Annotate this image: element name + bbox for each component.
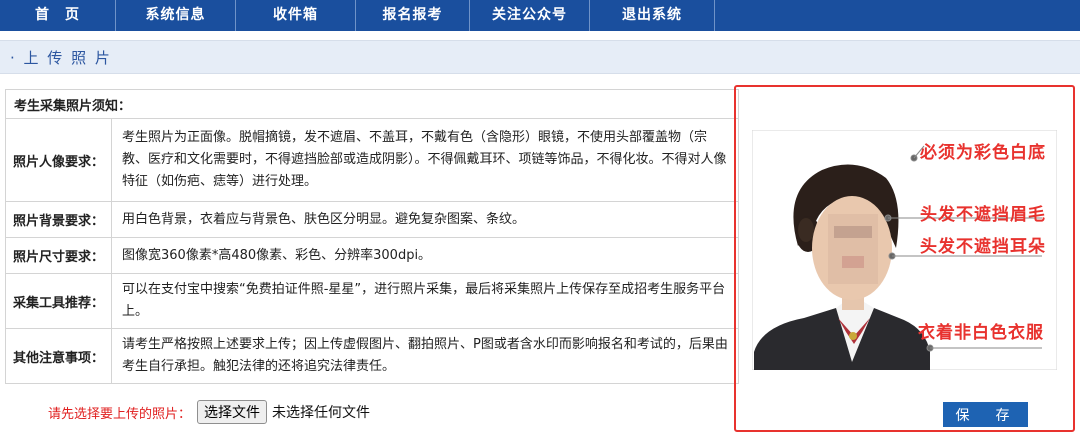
row-text: 考生照片为正面像。脱帽摘镜，发不遮眉、不盖耳，不戴有色（含隐形）眼镜，不使用头部… bbox=[111, 118, 739, 202]
photo-note: 头发不遮挡眉毛 bbox=[920, 205, 1046, 225]
photo-note: 头发不遮挡耳朵 bbox=[920, 237, 1046, 257]
photo-note: 衣着非白色衣服 bbox=[918, 323, 1044, 343]
nav-home[interactable]: 首 页 bbox=[0, 0, 116, 31]
requirements-heading: 考生采集照片须知： bbox=[5, 89, 739, 119]
row-text: 用白色背景，衣着应与背景色、肤色区分明显。避免复杂图案、条纹。 bbox=[111, 201, 739, 238]
nav-logout[interactable]: 退出系统 bbox=[590, 0, 715, 31]
nav-registration[interactable]: 报名报考 bbox=[356, 0, 470, 31]
upload-row: 请先选择要上传的照片： 选择文件 未选择任何文件 bbox=[48, 400, 370, 424]
file-status: 未选择任何文件 bbox=[272, 405, 371, 421]
nav-system-info[interactable]: 系统信息 bbox=[116, 0, 236, 31]
save-button[interactable]: 保 存 bbox=[943, 402, 1028, 427]
row-label: 其他注意事项： bbox=[5, 328, 112, 384]
row-text: 请考生严格按照上述要求上传；因上传虚假图片、翻拍照片、P图或者含水印而影响报名和… bbox=[111, 328, 739, 384]
nav-inbox[interactable]: 收件箱 bbox=[236, 0, 356, 31]
row-label: 照片尺寸要求： bbox=[5, 237, 112, 274]
row-text: 图像宽360像素*高480像素、彩色、分辨率300dpi。 bbox=[111, 237, 739, 274]
upload-label: 请先选择要上传的照片： bbox=[48, 406, 192, 422]
row-text: 可以在支付宝中搜索“免费拍证件照-星星”，进行照片采集，最后将采集照片上传保存至… bbox=[111, 273, 739, 329]
photo-requirements-table: 考生采集照片须知： 照片人像要求： 考生照片为正面像。脱帽摘镜，发不遮眉、不盖耳… bbox=[5, 89, 739, 384]
row-label: 采集工具推荐： bbox=[5, 273, 112, 329]
row-label: 照片人像要求： bbox=[5, 118, 112, 202]
photo-note: 必须为彩色白底 bbox=[920, 143, 1046, 163]
top-nav: 首 页 系统信息 收件箱 报名报考 关注公众号 退出系统 bbox=[0, 0, 1080, 31]
nav-follow-account[interactable]: 关注公众号 bbox=[470, 0, 590, 31]
row-label: 照片背景要求： bbox=[5, 201, 112, 238]
choose-file-button[interactable]: 选择文件 bbox=[197, 400, 268, 424]
section-title: · 上 传 照 片 bbox=[10, 49, 112, 67]
section-header: · 上 传 照 片 bbox=[0, 40, 1080, 74]
